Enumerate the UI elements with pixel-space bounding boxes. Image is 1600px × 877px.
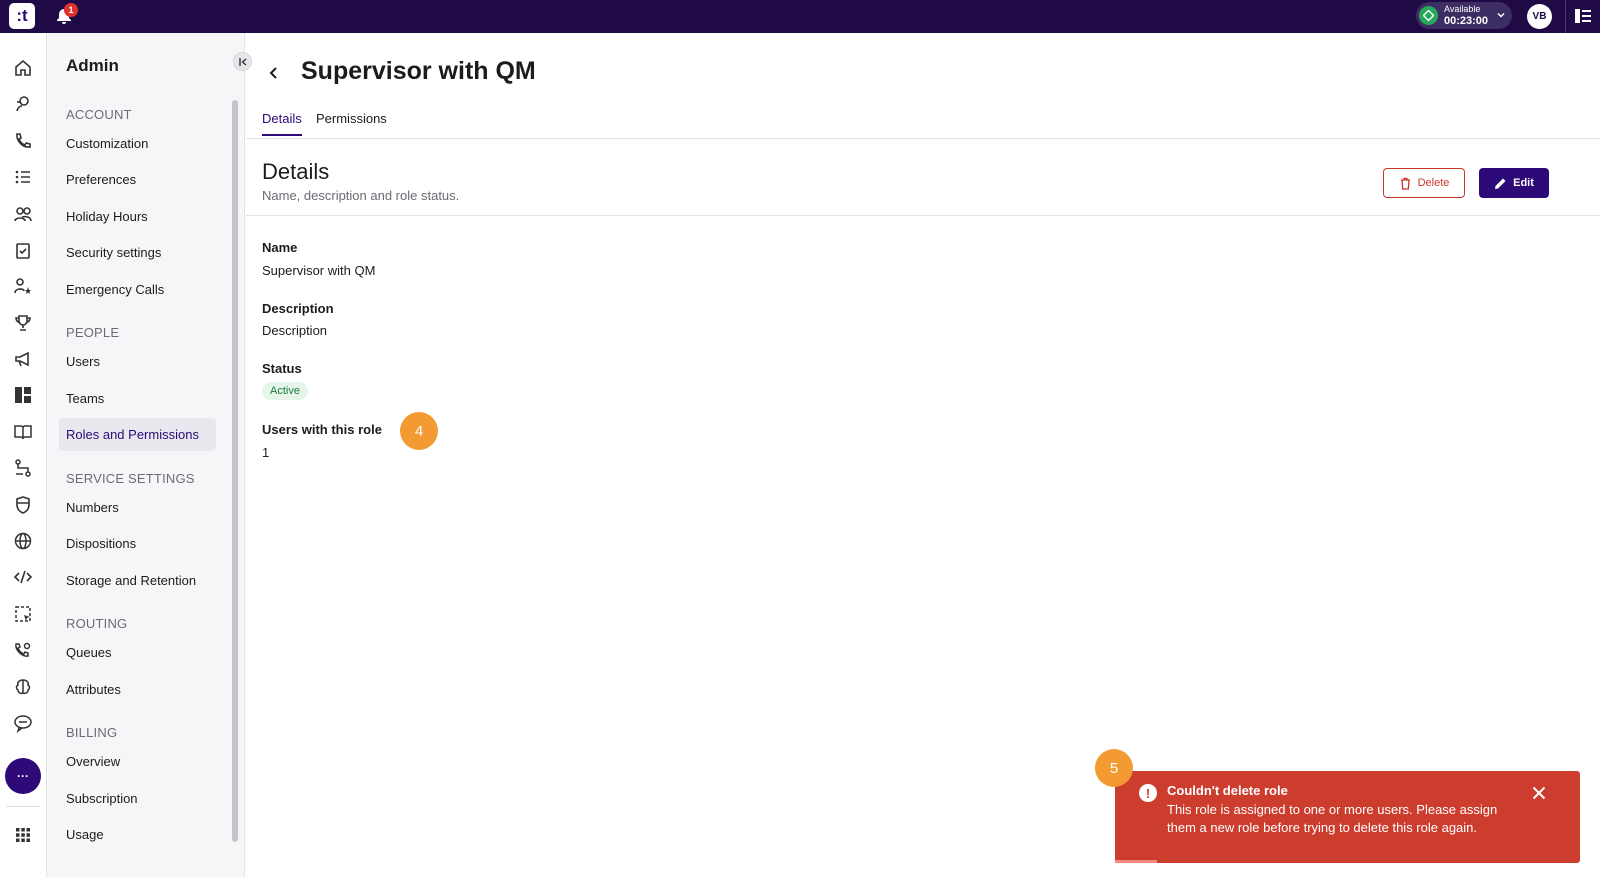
grid-icon[interactable] bbox=[12, 824, 34, 846]
top-bar: :t 1 Available 00:23:00 VB bbox=[0, 0, 1600, 33]
section-heading-routing: ROUTING bbox=[66, 616, 128, 631]
nav-item-numbers[interactable]: Numbers bbox=[59, 491, 216, 524]
available-status-icon bbox=[1419, 6, 1438, 25]
more-apps-button[interactable]: ··· bbox=[5, 758, 41, 794]
nav-item-users[interactable]: Users bbox=[59, 345, 216, 378]
toast-title: Couldn't delete role bbox=[1167, 783, 1288, 798]
people-icon[interactable] bbox=[12, 203, 34, 225]
back-button[interactable] bbox=[266, 65, 282, 81]
section-heading-account: ACCOUNT bbox=[66, 107, 132, 122]
toast-message: This role is assigned to one or more use… bbox=[1167, 802, 1498, 835]
availability-status-dropdown[interactable]: Available 00:23:00 bbox=[1416, 2, 1512, 29]
description-value: Description bbox=[262, 323, 328, 338]
sidebar-scrollbar[interactable] bbox=[232, 100, 238, 842]
nav-item-preferences[interactable]: Preferences bbox=[59, 163, 216, 196]
delete-button-label: Delete bbox=[1417, 177, 1450, 189]
book-icon[interactable] bbox=[12, 421, 34, 443]
users-with-role-value: 1 bbox=[262, 445, 270, 460]
dashboard-icon[interactable] bbox=[12, 384, 34, 406]
status-label: Status bbox=[262, 361, 302, 376]
status-timer: 00:23:00 bbox=[1444, 15, 1489, 27]
tabs-divider bbox=[246, 138, 1600, 139]
section-heading-people: PEOPLE bbox=[66, 325, 120, 340]
nav-item-customization[interactable]: Customization bbox=[59, 127, 216, 160]
nav-item-queues[interactable]: Queues bbox=[59, 636, 216, 669]
delete-button[interactable]: Delete bbox=[1383, 168, 1465, 198]
close-icon[interactable] bbox=[1532, 786, 1546, 800]
edit-button[interactable]: Edit bbox=[1479, 168, 1549, 198]
section-heading-billing: BILLING bbox=[66, 725, 118, 740]
step-marker-5: 5 bbox=[1095, 749, 1133, 787]
description-label: Description bbox=[262, 301, 334, 316]
icon-rail: ··· bbox=[0, 33, 47, 877]
edit-button-label: Edit bbox=[1513, 177, 1534, 189]
flow-icon[interactable] bbox=[12, 457, 34, 479]
code-icon[interactable] bbox=[12, 566, 34, 588]
nav-item-holiday-hours[interactable]: Holiday Hours bbox=[59, 200, 216, 233]
nav-item-storage-and-retention[interactable]: Storage and Retention bbox=[59, 564, 216, 597]
nav-item-overview[interactable]: Overview bbox=[59, 745, 216, 778]
chevron-down-icon bbox=[1497, 12, 1505, 18]
admin-sidebar: Admin ACCOUNT Customization Preferences … bbox=[47, 33, 252, 877]
name-label: Name bbox=[262, 240, 298, 255]
users-with-role-label: Users with this role bbox=[262, 422, 382, 437]
nav-item-attributes[interactable]: Attributes bbox=[59, 673, 216, 706]
page-title: Supervisor with QM bbox=[301, 57, 536, 85]
user-avatar[interactable]: VB bbox=[1527, 4, 1552, 29]
side-panel-icon[interactable] bbox=[1574, 7, 1592, 25]
tab-details[interactable]: Details bbox=[262, 111, 302, 136]
nav-item-dispositions[interactable]: Dispositions bbox=[59, 527, 216, 560]
rail-divider bbox=[6, 806, 40, 807]
phone-icon[interactable] bbox=[12, 130, 34, 152]
nav-item-subscription[interactable]: Subscription bbox=[59, 782, 216, 815]
screen-select-icon[interactable] bbox=[12, 603, 34, 625]
step-marker-4: 4 bbox=[400, 412, 438, 450]
nav-item-emergency-calls[interactable]: Emergency Calls bbox=[59, 273, 216, 306]
error-toast: ! Couldn't delete role This role is assi… bbox=[1115, 771, 1580, 863]
app-logo[interactable]: :t bbox=[9, 3, 35, 29]
status-badge: Active bbox=[262, 382, 308, 400]
trophy-icon[interactable] bbox=[12, 312, 34, 334]
home-icon[interactable] bbox=[12, 57, 34, 79]
list-icon[interactable] bbox=[12, 166, 34, 188]
nav-item-teams[interactable]: Teams bbox=[59, 382, 216, 415]
section-title: Details bbox=[262, 159, 330, 184]
section-subtitle: Name, description and role status. bbox=[262, 188, 460, 203]
toast-timer-progress bbox=[1115, 860, 1157, 863]
chevron-left-icon bbox=[269, 67, 277, 79]
name-value: Supervisor with QM bbox=[262, 263, 376, 278]
tab-permissions[interactable]: Permissions bbox=[316, 111, 387, 134]
megaphone-icon[interactable] bbox=[12, 348, 34, 370]
pencil-icon bbox=[1495, 178, 1506, 189]
nav-item-roles-and-permissions[interactable]: Roles and Permissions bbox=[59, 418, 216, 451]
main-content: Supervisor with QM Details Permissions D… bbox=[246, 33, 1600, 877]
status-label: Available bbox=[1444, 4, 1481, 14]
topbar-divider bbox=[1565, 0, 1566, 33]
content-divider bbox=[246, 215, 1600, 216]
nav-item-usage[interactable]: Usage bbox=[59, 818, 216, 851]
globe-icon[interactable] bbox=[12, 530, 34, 552]
chat-icon[interactable] bbox=[12, 712, 34, 734]
notification-count-badge: 1 bbox=[64, 3, 78, 17]
brain-icon[interactable] bbox=[12, 676, 34, 698]
trash-icon bbox=[1400, 177, 1410, 190]
nav-item-security-settings[interactable]: Security settings bbox=[59, 236, 216, 269]
agent-icon[interactable] bbox=[12, 93, 34, 115]
clipboard-icon[interactable] bbox=[12, 239, 34, 261]
section-heading-service-settings: SERVICE SETTINGS bbox=[66, 471, 195, 486]
phone-settings-icon[interactable] bbox=[12, 639, 34, 661]
shield-icon[interactable] bbox=[12, 494, 34, 516]
error-icon: ! bbox=[1139, 784, 1157, 802]
sidebar-title: Admin bbox=[66, 56, 119, 75]
user-star-icon[interactable] bbox=[12, 275, 34, 297]
